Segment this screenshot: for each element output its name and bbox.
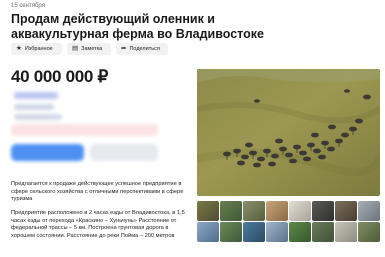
description-paragraph-2: Предприятие расположено в 2 часах езды о…: [11, 210, 185, 239]
share-button[interactable]: ➦ Поделиться: [116, 43, 168, 55]
thumbnail-photo[interactable]: [312, 222, 334, 242]
photo-thumbnails: [197, 201, 381, 244]
share-label: Поделиться: [129, 46, 160, 52]
thumbnail-photo[interactable]: [220, 201, 242, 221]
seller-info-blurred-2: [14, 114, 62, 120]
thumbnail-photo[interactable]: [358, 222, 380, 242]
price: 40 000 000 ₽: [11, 67, 109, 86]
thumbnail-photo[interactable]: [266, 201, 288, 221]
write-message-button[interactable]: [90, 144, 158, 161]
thumbnail-photo[interactable]: [289, 222, 311, 242]
description-paragraph-1: Предлагается к продаже действующее успеш…: [11, 181, 184, 203]
note-button[interactable]: ▤ Заметка: [67, 43, 111, 55]
seller-info-blurred: [14, 104, 54, 110]
thumbnail-photo[interactable]: [197, 222, 219, 242]
thumbnail-photo[interactable]: [312, 201, 334, 221]
favorite-label: Избранное: [24, 46, 53, 52]
thumbnail-photo[interactable]: [266, 222, 288, 242]
thumbnail-photo[interactable]: [358, 201, 380, 221]
thumbnail-photo[interactable]: [197, 201, 219, 221]
publish-date: 15 сентября: [11, 3, 45, 9]
thumbnail-photo[interactable]: [220, 222, 242, 242]
note-icon: ▤: [72, 44, 79, 52]
note-label: Заметка: [81, 46, 103, 52]
action-bar: ★ Избранное ▤ Заметка ➦ Поделиться: [11, 43, 168, 55]
share-icon: ➦: [121, 44, 127, 52]
favorite-button[interactable]: ★ Избранное: [11, 43, 62, 55]
ad-title: Продам действующий оленник и аквакультур…: [11, 12, 264, 41]
safety-warning-blurred: [11, 124, 158, 136]
show-phone-button[interactable]: [11, 144, 84, 161]
thumbnail-photo[interactable]: [243, 222, 265, 242]
deer-herd-photo: [197, 69, 380, 196]
seller-link-blurred[interactable]: [14, 92, 58, 99]
thumbnail-photo[interactable]: [335, 201, 357, 221]
main-photo[interactable]: [197, 69, 380, 196]
star-icon: ★: [16, 44, 22, 52]
thumbnail-photo[interactable]: [289, 201, 311, 221]
thumbnail-photo[interactable]: [243, 201, 265, 221]
thumbnail-photo[interactable]: [335, 222, 357, 242]
